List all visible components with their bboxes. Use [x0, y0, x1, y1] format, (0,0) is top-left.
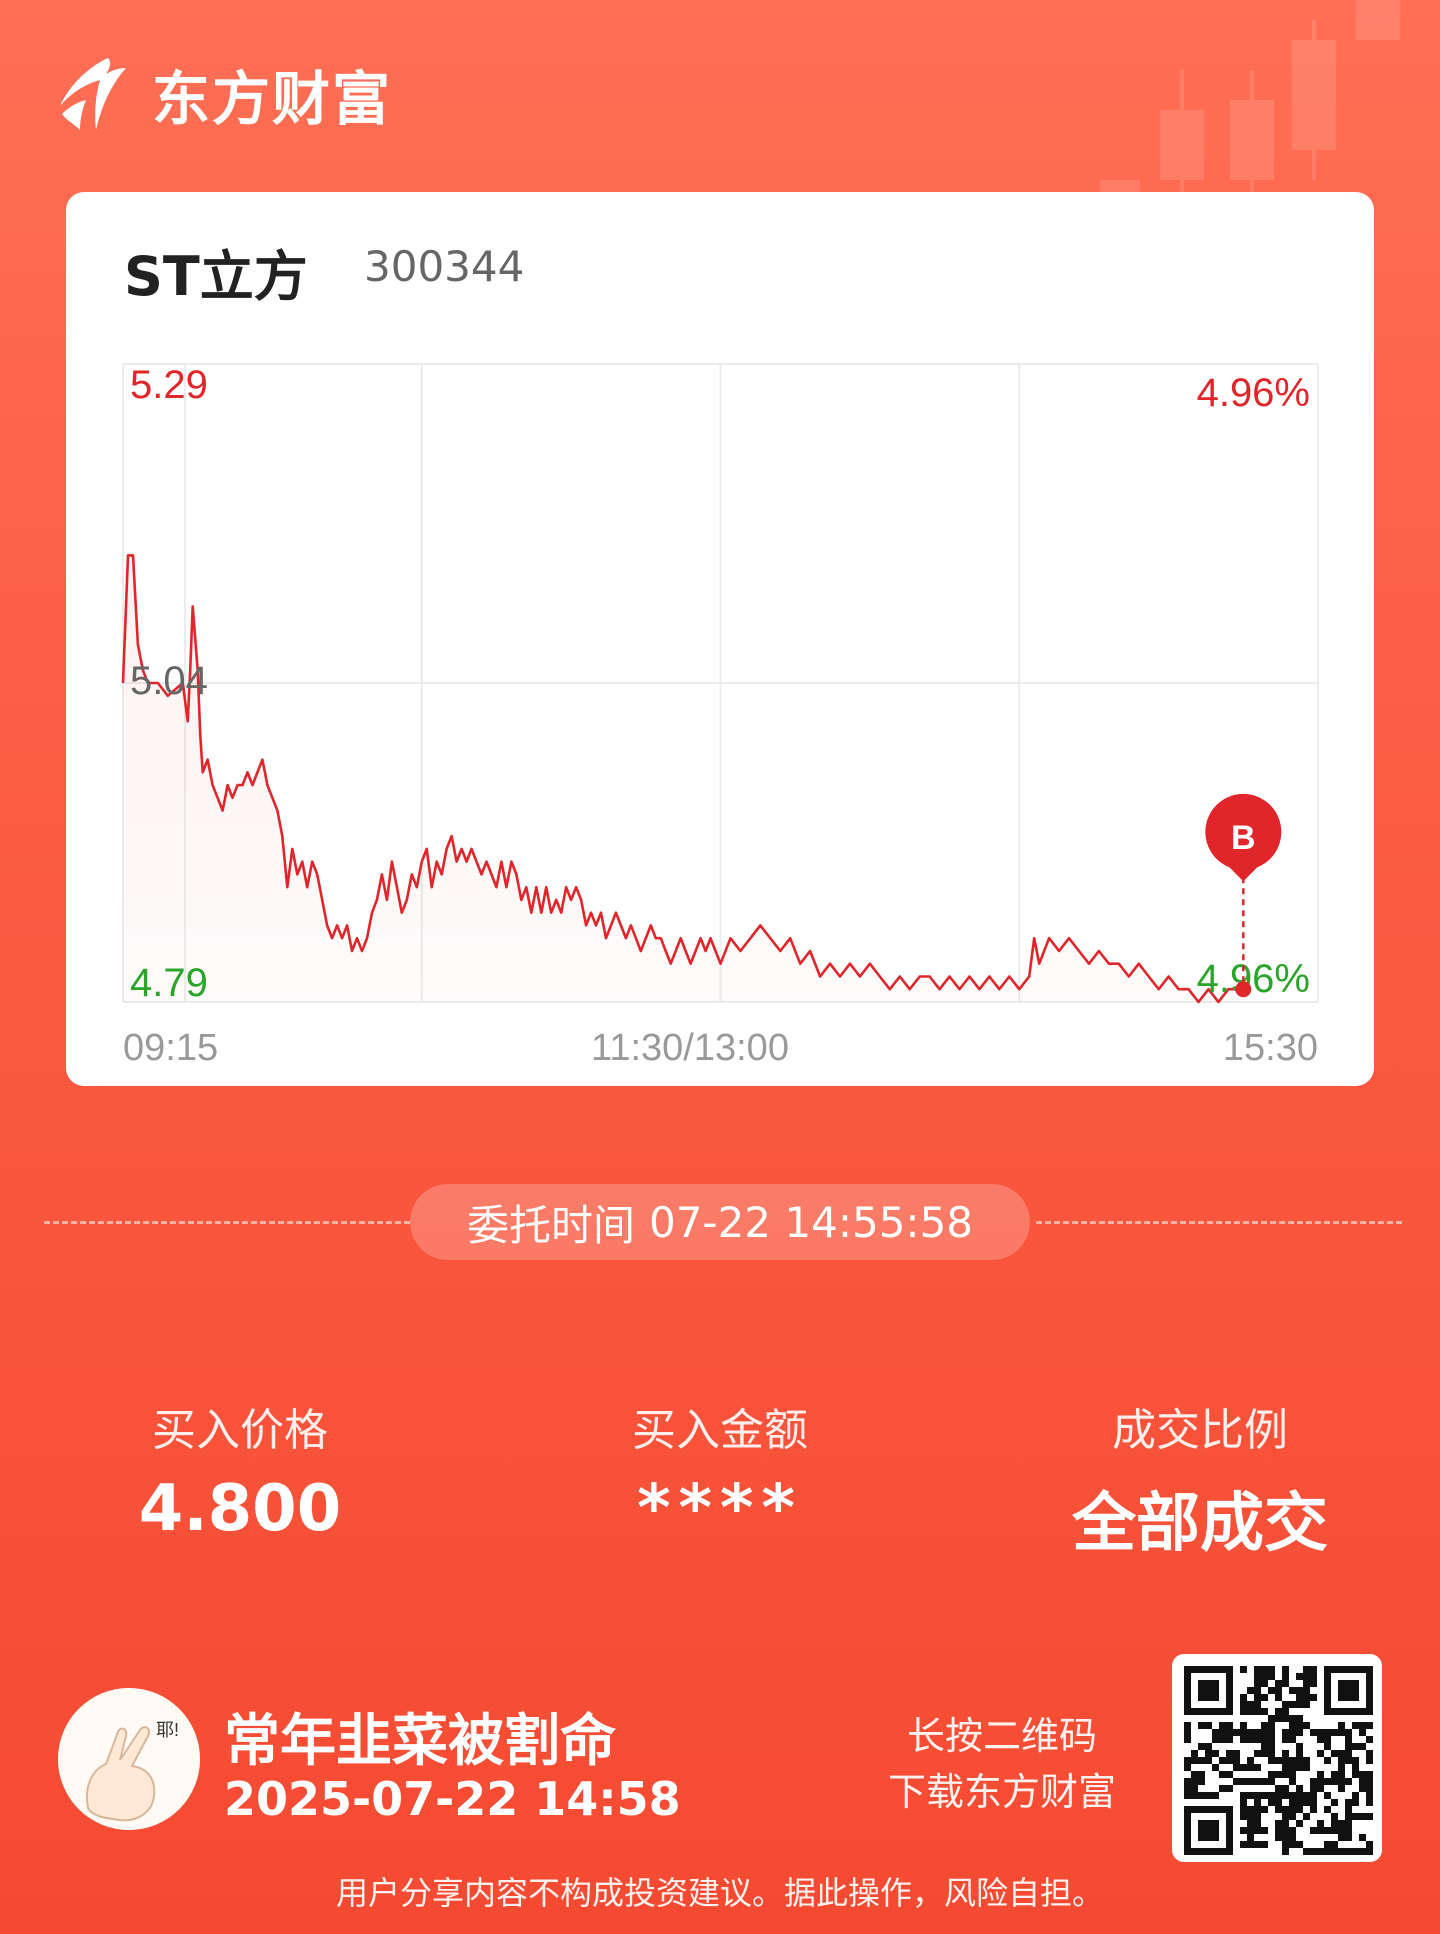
order-time-label: 委托时间	[466, 1200, 635, 1250]
price-high-label: 5.29	[130, 363, 208, 407]
price-area-fill	[123, 555, 1244, 1002]
buy-marker-dot	[1235, 981, 1252, 998]
stat-buy-price: 买入价格 4.800	[120, 1394, 360, 1546]
user-avatar[interactable]: 耶!	[58, 1688, 200, 1830]
stat-value: 4.800	[138, 1472, 342, 1546]
stat-value: 全部成交	[1072, 1487, 1328, 1561]
stock-chart-card: ST立方 300344 5.29 5.04 4.79 4.96% 4.96% 0…	[66, 192, 1374, 1086]
stat-label: 买入金额	[632, 1405, 808, 1456]
stat-buy-amount: 买入金额 ****	[600, 1394, 840, 1546]
stat-label: 买入价格	[152, 1405, 328, 1456]
stat-value: ****	[637, 1472, 803, 1546]
divider-right	[1036, 1221, 1402, 1224]
intraday-price-chart: 5.29 5.04 4.79 4.96% 4.96% 09:15 11:30/1…	[121, 363, 1319, 1069]
price-mid-label: 5.04	[130, 659, 208, 703]
qr-hint-line2: 下载东方财富	[888, 1770, 1117, 1814]
logo-mark-icon	[60, 58, 126, 130]
price-low-label: 4.79	[130, 961, 208, 1005]
avatar-caption: 耶!	[156, 1720, 179, 1740]
stat-label: 成交比例	[1112, 1405, 1288, 1456]
qr-hint: 长按二维码 下载东方财富	[888, 1708, 1116, 1820]
qr-code[interactable]	[1172, 1654, 1382, 1862]
brand-logo: 东方财富	[56, 54, 392, 134]
brand-name: 东方财富	[152, 65, 393, 133]
time-label-open: 09:15	[123, 1027, 218, 1069]
qr-code-icon	[1184, 1666, 1373, 1855]
share-timestamp: 2025-07-22 14:58	[224, 1772, 681, 1826]
disclaimer: 用户分享内容不构成投资建议。据此操作，风险自担。	[335, 1874, 1104, 1912]
time-label-close: 15:30	[1223, 1027, 1318, 1069]
time-label-midday: 11:30/13:00	[591, 1027, 789, 1069]
pct-high-label: 4.96%	[1197, 371, 1310, 415]
buy-marker-label: B	[1231, 819, 1256, 857]
user-name: 常年韭菜被割命	[224, 1709, 616, 1774]
qr-hint-line1: 长按二维码	[907, 1714, 1098, 1758]
stat-fill-ratio: 成交比例 全部成交	[1060, 1394, 1340, 1564]
divider-left	[44, 1221, 410, 1224]
pct-low-label: 4.96%	[1197, 957, 1310, 1001]
order-time-pill: 委托时间 07-22 14:55:58	[410, 1184, 1030, 1260]
avatar-hand-icon: 耶!	[58, 1688, 200, 1830]
order-time-value: 07-22 14:55:58	[648, 1197, 974, 1247]
